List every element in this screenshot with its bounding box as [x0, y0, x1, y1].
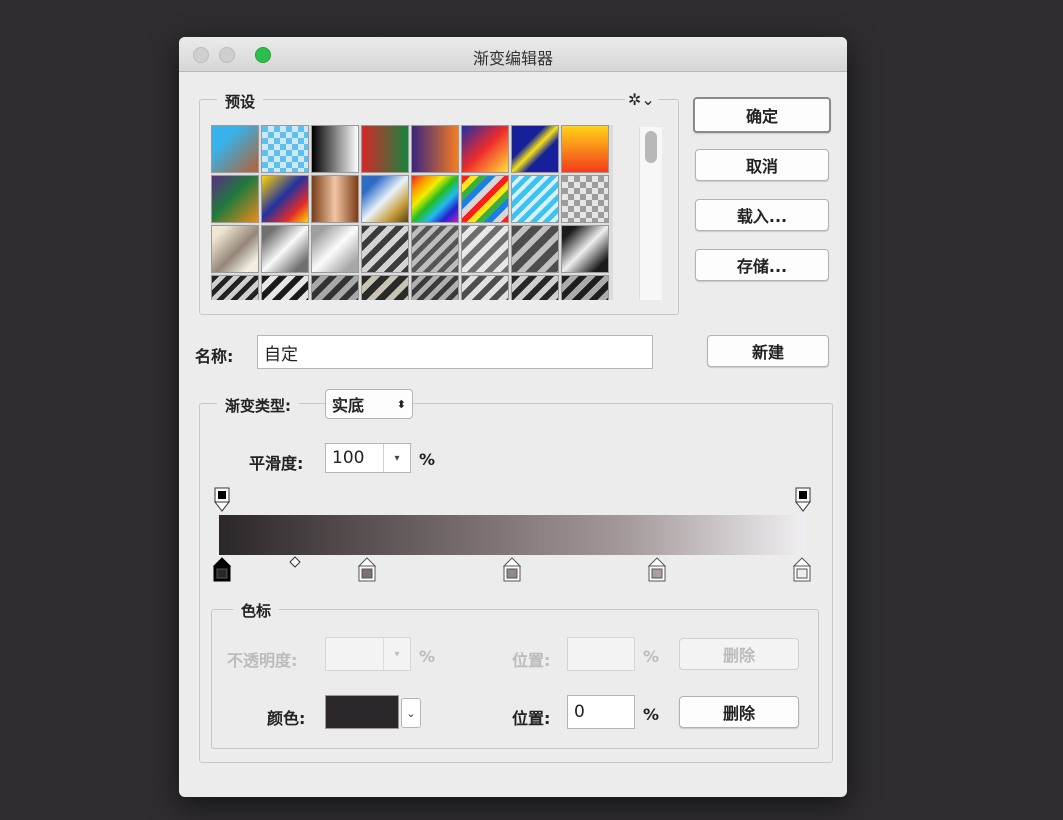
preset-scrollbar[interactable]	[639, 127, 662, 300]
opacity-stop-left[interactable]	[214, 487, 230, 513]
opacity-input: ▾	[325, 637, 411, 671]
opacity-dropdown-icon: ▾	[383, 638, 410, 670]
scrollbar-thumb[interactable]	[645, 131, 657, 163]
preset-swatch[interactable]	[211, 175, 259, 223]
preset-swatch[interactable]	[361, 275, 409, 300]
load-button[interactable]: 载入...	[695, 199, 829, 231]
opacity-stop-right[interactable]	[795, 487, 811, 513]
color-position-label: 位置:	[512, 709, 551, 728]
preset-swatch[interactable]	[411, 125, 459, 173]
opacity-label: 不透明度:	[227, 651, 298, 670]
window-title: 渐变编辑器	[472, 49, 553, 68]
preset-swatch[interactable]	[261, 175, 309, 223]
preset-swatch[interactable]	[461, 225, 509, 273]
preset-swatch[interactable]	[511, 275, 559, 300]
preset-swatch[interactable]	[511, 175, 559, 223]
preset-swatch[interactable]	[561, 225, 609, 273]
gradient-preview-bar[interactable]	[219, 515, 805, 555]
preset-swatch[interactable]	[261, 125, 309, 173]
preset-swatch[interactable]	[211, 275, 259, 300]
save-button[interactable]: 存储...	[695, 249, 829, 281]
preset-swatch[interactable]	[461, 275, 509, 300]
preset-swatch[interactable]	[361, 225, 409, 273]
preset-swatch[interactable]	[261, 225, 309, 273]
gear-icon[interactable]: ✲⌄	[625, 90, 658, 109]
select-arrows-icon: ⬍	[396, 397, 406, 411]
preset-swatch[interactable]	[461, 175, 509, 223]
color-swatch[interactable]	[325, 695, 399, 729]
preset-swatch[interactable]	[461, 125, 509, 173]
color-stop-right[interactable]	[793, 557, 811, 583]
color-label: 颜色:	[267, 709, 306, 728]
preset-swatch[interactable]	[211, 225, 259, 273]
gradient-type-value: 实底	[332, 396, 365, 415]
opacity-position-input	[567, 637, 635, 671]
presets-legend: 预设	[217, 91, 264, 112]
preset-swatch[interactable]	[561, 275, 609, 300]
preset-swatch-grid	[211, 125, 613, 300]
gradient-type-select[interactable]: 实底 ⬍	[325, 389, 413, 419]
preset-swatch[interactable]	[311, 275, 359, 300]
preset-swatch[interactable]	[311, 175, 359, 223]
color-stop-3[interactable]	[503, 557, 521, 583]
stops-legend: 色标	[233, 600, 280, 621]
ok-button[interactable]: 确定	[693, 97, 831, 133]
preset-swatch[interactable]	[561, 125, 609, 173]
title-bar: 渐变编辑器	[179, 37, 847, 72]
color-stop-selected[interactable]	[213, 557, 231, 583]
preset-swatch[interactable]	[561, 175, 609, 223]
color-midpoint-diamond[interactable]	[289, 556, 301, 568]
gradient-type-label: 渐变类型:	[217, 395, 299, 416]
preset-swatch[interactable]	[411, 275, 459, 300]
color-stop-4[interactable]	[648, 557, 666, 583]
smoothness-input[interactable]: 100 ▾	[325, 443, 411, 473]
preset-swatch[interactable]	[261, 275, 309, 300]
preset-swatch[interactable]	[311, 225, 359, 273]
preset-swatch[interactable]	[211, 125, 259, 173]
opacity-delete-button: 删除	[679, 638, 799, 670]
opacity-position-unit: %	[643, 647, 660, 666]
smoothness-value: 100	[332, 448, 365, 468]
smoothness-label: 平滑度:	[249, 454, 304, 473]
color-dropdown-icon[interactable]: ⌄	[401, 698, 421, 728]
color-position-unit: %	[643, 705, 660, 724]
opacity-position-label: 位置:	[512, 651, 551, 670]
gradient-editor-dialog: 渐变编辑器 预设 ✲⌄ 确定 取消 载入... 存储... 名称: 自定 新建 …	[179, 37, 847, 797]
preset-swatch[interactable]	[411, 225, 459, 273]
preset-swatch[interactable]	[361, 125, 409, 173]
preset-swatch[interactable]	[511, 125, 559, 173]
smoothness-dropdown-icon[interactable]: ▾	[383, 444, 410, 472]
smoothness-unit: %	[419, 450, 436, 469]
preset-swatch[interactable]	[361, 175, 409, 223]
preset-swatch[interactable]	[511, 225, 559, 273]
opacity-unit: %	[419, 647, 436, 666]
preset-swatch[interactable]	[311, 125, 359, 173]
new-button[interactable]: 新建	[707, 335, 829, 367]
color-stop-2[interactable]	[358, 557, 376, 583]
cancel-button[interactable]: 取消	[695, 149, 829, 181]
color-position-input[interactable]: 0	[567, 695, 635, 729]
preset-swatch[interactable]	[411, 175, 459, 223]
name-input[interactable]: 自定	[257, 335, 653, 369]
color-delete-button[interactable]: 删除	[679, 696, 799, 728]
name-label: 名称:	[195, 347, 234, 366]
